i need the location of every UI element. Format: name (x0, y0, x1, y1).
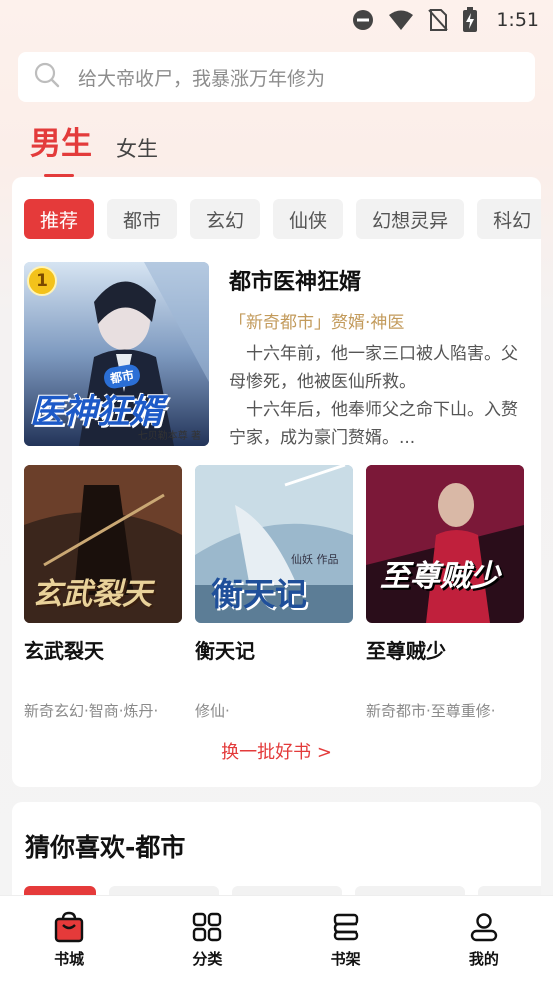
book-cover[interactable]: 玄武裂天 (24, 465, 182, 623)
nav-store[interactable]: 书城 (29, 910, 109, 969)
featured-title[interactable]: 都市医神狂婿 (229, 264, 361, 296)
nav-label: 书城 (54, 950, 85, 968)
tab-female[interactable]: 女生 (116, 133, 158, 169)
nav-label: 我的 (468, 950, 499, 968)
chip-recommend[interactable]: 推荐 (24, 199, 95, 239)
cover-title: 医神狂婿 (30, 392, 163, 432)
refresh-button[interactable]: 换一批好书 > (12, 738, 541, 764)
book-cover[interactable]: 至尊贼少 (366, 465, 524, 623)
book-cover-author: 仙妖 作品 (291, 553, 339, 566)
gender-tabs: 男生 女生 (30, 118, 158, 177)
bottom-nav: 书城 分类 书架 我的 (0, 895, 553, 983)
book-tags: 新奇都市·至尊重修· (366, 702, 496, 720)
chip-scifi[interactable]: 科幻 (477, 199, 541, 239)
recommend-card: 推荐 都市 玄幻 仙侠 幻想灵异 科幻 1 都市 医神狂婿 七贝勒本尊 著 都市… (12, 177, 541, 787)
book-title[interactable]: 衡天记 (195, 635, 353, 664)
do-not-disturb-icon (352, 9, 374, 31)
featured-tags: 「新奇都市」赘婿·神医 (229, 313, 405, 333)
book-title[interactable]: 玄武裂天 (24, 635, 182, 664)
nav-category[interactable]: 分类 (167, 910, 247, 969)
book-cover[interactable]: 仙妖 作品 衡天记 (195, 465, 353, 623)
battery-charging-icon (462, 7, 478, 33)
nav-label: 分类 (192, 950, 223, 968)
nav-label: 书架 (330, 950, 361, 968)
grid-icon (190, 910, 224, 944)
search-placeholder: 给大帝收尸，我暴涨万年修为 (78, 67, 326, 90)
book-tags: 新奇玄幻·智商·炼丹· (24, 702, 159, 720)
category-chips: 推荐 都市 玄幻 仙侠 幻想灵异 科幻 (24, 199, 541, 239)
chip-urban[interactable]: 都市 (107, 199, 178, 239)
chip-fantasy[interactable]: 玄幻 (190, 199, 261, 239)
no-sim-icon (428, 8, 449, 32)
cover-author: 七贝勒本尊 著 (137, 431, 201, 442)
chip-xianxia[interactable]: 仙侠 (273, 199, 344, 239)
book-item[interactable]: 玄武裂天 玄武裂天 新奇玄幻·智商·炼丹· (24, 465, 182, 721)
status-bar: 1:51 (0, 0, 553, 40)
status-time: 1:51 (496, 9, 539, 31)
rank-badge: 1 (27, 266, 57, 296)
bookshelf-icon (329, 910, 363, 944)
book-cover-title: 衡天记 (211, 575, 308, 613)
featured-book[interactable]: 1 都市 医神狂婿 七贝勒本尊 著 都市医神狂婿 「新奇都市」赘婿·神医 十六年… (24, 262, 529, 448)
featured-cover[interactable]: 1 都市 医神狂婿 七贝勒本尊 著 (24, 262, 209, 446)
chip-supernatural[interactable]: 幻想灵异 (356, 199, 465, 239)
book-cover-title: 玄武裂天 (32, 577, 152, 612)
search-icon (34, 62, 60, 92)
book-title[interactable]: 至尊贼少 (366, 635, 524, 664)
search-bar[interactable]: 给大帝收尸，我暴涨万年修为 (18, 52, 535, 102)
nav-bookshelf[interactable]: 书架 (306, 910, 386, 969)
featured-description: 十六年前，他一家三口被人陷害。父母惨死，他被医仙所救。 十六年后，他奉师父之命下… (229, 344, 518, 448)
store-bag-icon (52, 910, 86, 944)
book-item[interactable]: 至尊贼少 至尊贼少 新奇都市·至尊重修· (366, 465, 524, 721)
nav-me[interactable]: 我的 (444, 910, 524, 969)
wifi-icon (388, 9, 414, 31)
book-cover-title: 至尊贼少 (380, 559, 500, 594)
section-title: 猜你喜欢-都市 (25, 833, 186, 862)
book-grid: 玄武裂天 玄武裂天 新奇玄幻·智商·炼丹· 仙妖 作品 衡天记 衡天记 修仙· (24, 465, 524, 721)
tab-male[interactable]: 男生 (30, 118, 92, 177)
user-icon (467, 910, 501, 944)
book-item[interactable]: 仙妖 作品 衡天记 衡天记 修仙· (195, 465, 353, 721)
book-tags: 修仙· (195, 702, 230, 720)
